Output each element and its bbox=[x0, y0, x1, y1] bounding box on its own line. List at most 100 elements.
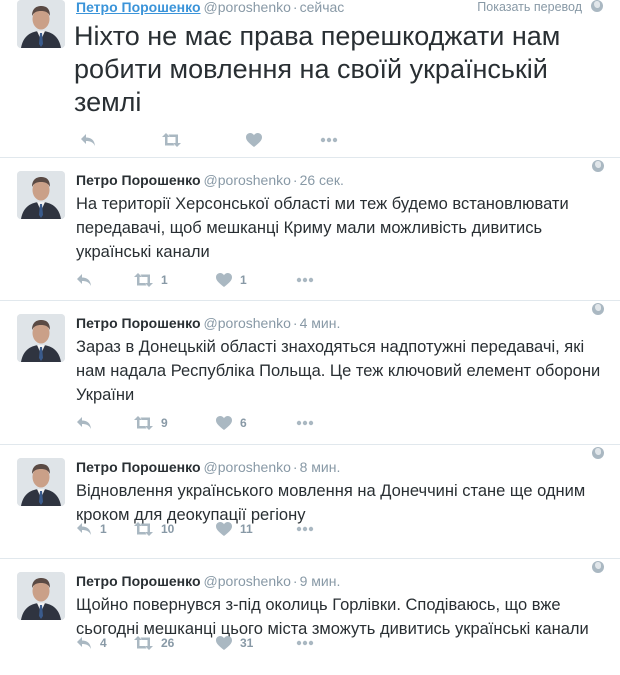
author-handle[interactable]: @poroshenko bbox=[204, 172, 291, 188]
tweet[interactable]: Петро Порошенко @poroshenko · 26 сек. На те… bbox=[0, 158, 620, 301]
retweet-count: 9 bbox=[161, 416, 168, 430]
separator-dot: · bbox=[292, 459, 298, 475]
avatar[interactable] bbox=[17, 171, 65, 219]
tweet-actions: 1 1 bbox=[76, 270, 336, 290]
reply-icon bbox=[77, 637, 91, 649]
retweet-count: 1 bbox=[161, 273, 168, 287]
heart-icon bbox=[216, 522, 232, 536]
retweet-button[interactable]: 26 bbox=[134, 633, 216, 653]
more-button[interactable] bbox=[296, 519, 336, 539]
globe-icon[interactable] bbox=[592, 160, 604, 172]
globe-icon[interactable] bbox=[592, 303, 604, 315]
like-button[interactable]: 6 bbox=[216, 413, 296, 433]
like-button[interactable]: 11 bbox=[216, 519, 296, 539]
more-button[interactable] bbox=[296, 413, 336, 433]
retweet-icon bbox=[134, 416, 153, 430]
retweet-icon bbox=[134, 636, 153, 650]
tweet-header: Петро Порошенко @poroshenko · 4 мин. bbox=[76, 314, 608, 332]
separator-dot: · bbox=[292, 172, 298, 188]
tweet-timestamp[interactable]: 8 мин. bbox=[300, 459, 341, 475]
tweet-timestamp[interactable]: 9 мин. bbox=[300, 573, 341, 589]
retweet-icon bbox=[162, 133, 181, 147]
more-button[interactable] bbox=[320, 130, 360, 150]
translate-link[interactable]: Показать перевод bbox=[477, 0, 582, 14]
reply-count: 4 bbox=[100, 636, 107, 650]
tweet-text: Ніхто не має права перешкоджати нам роби… bbox=[74, 21, 561, 117]
reply-icon bbox=[77, 274, 91, 286]
more-icon bbox=[296, 420, 314, 426]
author-name[interactable]: Петро Порошенко bbox=[76, 172, 201, 188]
retweet-icon bbox=[134, 522, 153, 536]
avatar[interactable] bbox=[17, 572, 65, 620]
more-button[interactable] bbox=[296, 270, 336, 290]
retweet-button[interactable]: 10 bbox=[134, 519, 216, 539]
reply-button[interactable] bbox=[76, 413, 134, 433]
reply-count: 1 bbox=[100, 522, 107, 536]
like-count: 11 bbox=[240, 522, 253, 536]
tweet-header: Петро Порошенко @poroshenko · 9 мин. bbox=[76, 572, 608, 590]
author-name[interactable]: Петро Порошенко bbox=[76, 573, 201, 589]
tweet-timestamp[interactable]: 26 сек. bbox=[300, 172, 344, 188]
avatar[interactable] bbox=[17, 314, 65, 362]
heart-icon bbox=[216, 636, 232, 650]
like-button[interactable] bbox=[246, 130, 320, 150]
tweet-actions bbox=[80, 130, 360, 150]
tweet-header: Петро Порошенко @poroshenko · 8 мин. bbox=[76, 458, 608, 476]
avatar[interactable] bbox=[17, 0, 65, 48]
globe-icon[interactable] bbox=[591, 0, 603, 12]
tweet-timeline: Петро Порошенко @poroshenko · сейчас Показа… bbox=[0, 0, 620, 675]
more-button[interactable] bbox=[296, 633, 336, 653]
more-icon bbox=[296, 640, 314, 646]
author-handle[interactable]: @poroshenko bbox=[204, 0, 291, 15]
heart-icon bbox=[216, 416, 232, 430]
tweet-header: Петро Порошенко @poroshenko · сейчас Показа… bbox=[76, 0, 608, 14]
tweet[interactable]: Петро Порошенко @poroshenko · 8 мин. Віднов… bbox=[0, 445, 620, 559]
author-handle[interactable]: @poroshenko bbox=[204, 573, 291, 589]
author-handle[interactable]: @poroshenko bbox=[204, 315, 291, 331]
separator-dot: · bbox=[292, 573, 298, 589]
separator-dot: · bbox=[292, 315, 298, 331]
author-name[interactable]: Петро Порошенко bbox=[76, 0, 201, 15]
tweet-timestamp[interactable]: 4 мин. bbox=[300, 315, 341, 331]
like-count: 1 bbox=[240, 273, 247, 287]
author-handle[interactable]: @poroshenko bbox=[204, 459, 291, 475]
like-count: 6 bbox=[240, 416, 247, 430]
author-name[interactable]: Петро Порошенко bbox=[76, 315, 201, 331]
reply-icon bbox=[77, 523, 91, 535]
reply-button[interactable]: 1 bbox=[76, 519, 134, 539]
retweet-icon bbox=[134, 273, 153, 287]
avatar-portrait bbox=[17, 572, 65, 620]
tweet-actions: 4 26 31 bbox=[76, 633, 336, 653]
avatar-portrait bbox=[17, 0, 65, 48]
reply-button[interactable] bbox=[80, 130, 162, 150]
avatar-portrait bbox=[17, 171, 65, 219]
more-icon bbox=[320, 137, 338, 143]
like-button[interactable]: 1 bbox=[216, 270, 296, 290]
tweet-text: На території Херсонської області ми теж … bbox=[76, 195, 569, 261]
tweet-text: Зараз в Донецькій області знаходяться на… bbox=[76, 338, 601, 404]
avatar-portrait bbox=[17, 314, 65, 362]
more-icon bbox=[296, 526, 314, 532]
retweet-button[interactable]: 1 bbox=[134, 270, 216, 290]
avatar-portrait bbox=[17, 458, 65, 506]
tweet-actions: 9 6 bbox=[76, 413, 336, 433]
globe-icon[interactable] bbox=[592, 447, 604, 459]
retweet-count: 26 bbox=[161, 636, 175, 650]
tweet-timestamp[interactable]: сейчас bbox=[300, 0, 345, 15]
author-name[interactable]: Петро Порошенко bbox=[76, 459, 201, 475]
avatar[interactable] bbox=[17, 458, 65, 506]
reply-button[interactable]: 4 bbox=[76, 633, 134, 653]
tweet[interactable]: Петро Порошенко @poroshenko · сейчас Показа… bbox=[0, 0, 620, 158]
globe-icon[interactable] bbox=[592, 561, 604, 573]
tweet-header: Петро Порошенко @poroshenko · 26 сек. bbox=[76, 171, 608, 189]
like-count: 31 bbox=[240, 636, 254, 650]
heart-icon bbox=[216, 273, 232, 287]
retweet-button[interactable] bbox=[162, 130, 246, 150]
reply-icon bbox=[81, 134, 95, 146]
tweet[interactable]: Петро Порошенко @poroshenko · 4 мин. Зараз … bbox=[0, 301, 620, 445]
reply-button[interactable] bbox=[76, 270, 134, 290]
like-button[interactable]: 31 bbox=[216, 633, 296, 653]
retweet-button[interactable]: 9 bbox=[134, 413, 216, 433]
tweet[interactable]: Петро Порошенко @poroshenko · 9 мин. Щойно … bbox=[0, 559, 620, 675]
heart-icon bbox=[246, 133, 262, 147]
